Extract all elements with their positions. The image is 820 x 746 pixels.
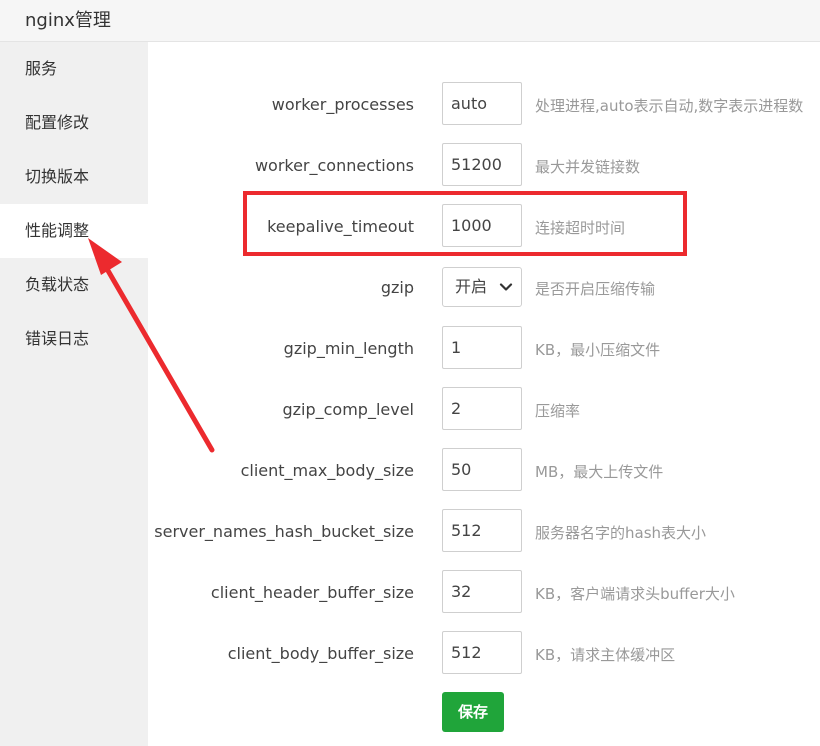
gzip-select[interactable]: 开启 — [442, 267, 522, 307]
sidebar-item-service[interactable]: 服务 — [0, 42, 148, 96]
keepalive-timeout-input[interactable]: 1000 — [442, 204, 522, 247]
field-label: client_max_body_size — [240, 461, 414, 480]
form-row: worker_connections 51200 最大并发链接数 — [148, 143, 820, 189]
title-bar: nginx管理 — [0, 0, 820, 42]
nginx-manager-window: nginx管理 服务 配置修改 切换版本 性能调整 负载状态 错误日志 work… — [0, 0, 820, 746]
sidebar-item-performance[interactable]: 性能调整 — [0, 204, 148, 258]
gzip-select-value: 开启 — [455, 277, 488, 296]
worker-processes-input[interactable]: auto — [442, 82, 522, 125]
field-description: 服务器名字的hash表大小 — [535, 524, 707, 542]
sidebar-item-load-status[interactable]: 负载状态 — [0, 258, 148, 312]
field-description: KB，最小压缩文件 — [535, 341, 661, 359]
form-row: gzip_comp_level 2 压缩率 — [148, 387, 820, 433]
window-title: nginx管理 — [25, 10, 111, 31]
form-row: worker_processes auto 处理进程,auto表示自动,数字表示… — [148, 82, 820, 128]
field-label: gzip — [380, 278, 414, 297]
chevron-down-icon — [499, 283, 513, 291]
form-row: client_max_body_size 50 MB，最大上传文件 — [148, 448, 820, 494]
client-header-buffer-size-input[interactable]: 32 — [442, 570, 522, 613]
performance-form: worker_processes auto 处理进程,auto表示自动,数字表示… — [148, 42, 820, 746]
field-label: worker_connections — [254, 156, 414, 175]
form-row: client_body_buffer_size 512 KB，请求主体缓冲区 — [148, 631, 820, 677]
field-label: worker_processes — [271, 95, 414, 114]
client-body-buffer-size-input[interactable]: 512 — [442, 631, 522, 674]
field-label: server_names_hash_bucket_size — [154, 522, 414, 541]
form-row: server_names_hash_bucket_size 512 服务器名字的… — [148, 509, 820, 555]
gzip-comp-level-input[interactable]: 2 — [442, 387, 522, 430]
field-description: 连接超时时间 — [535, 219, 626, 237]
field-label: gzip_comp_level — [282, 400, 414, 419]
form-row: gzip_min_length 1 KB，最小压缩文件 — [148, 326, 820, 372]
field-description: KB，请求主体缓冲区 — [535, 646, 676, 664]
field-label: client_body_buffer_size — [227, 644, 414, 663]
form-row: keepalive_timeout 1000 连接超时时间 — [148, 204, 820, 250]
sidebar-item-error-log[interactable]: 错误日志 — [0, 312, 148, 366]
field-label: keepalive_timeout — [267, 217, 414, 236]
field-description: KB，客户端请求头buffer大小 — [535, 585, 735, 603]
worker-connections-input[interactable]: 51200 — [442, 143, 522, 186]
form-row: gzip 开启 是否开启压缩传输 — [148, 265, 820, 311]
field-description: 压缩率 — [535, 402, 581, 420]
sidebar-item-config-edit[interactable]: 配置修改 — [0, 96, 148, 150]
field-description: 最大并发链接数 — [535, 158, 641, 176]
sidebar: 服务 配置修改 切换版本 性能调整 负载状态 错误日志 — [0, 42, 148, 746]
save-button[interactable]: 保存 — [442, 692, 504, 732]
gzip-min-length-input[interactable]: 1 — [442, 326, 522, 369]
form-row: client_header_buffer_size 32 KB，客户端请求头bu… — [148, 570, 820, 616]
field-label: client_header_buffer_size — [210, 583, 414, 602]
server-names-hash-bucket-size-input[interactable]: 512 — [442, 509, 522, 552]
field-description: MB，最大上传文件 — [535, 463, 664, 481]
sidebar-item-switch-version[interactable]: 切换版本 — [0, 150, 148, 204]
client-max-body-size-input[interactable]: 50 — [442, 448, 522, 491]
field-description: 是否开启压缩传输 — [535, 280, 656, 298]
field-label: gzip_min_length — [283, 339, 414, 358]
field-description: 处理进程,auto表示自动,数字表示进程数 — [535, 97, 804, 115]
